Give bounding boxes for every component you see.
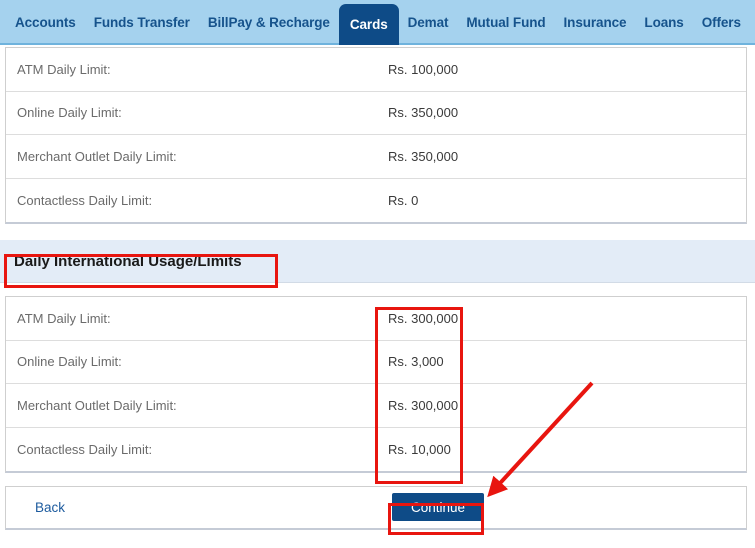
nav-tab-accounts[interactable]: Accounts bbox=[6, 0, 85, 45]
limit-value: Rs. 350,000 bbox=[388, 148, 459, 164]
continue-button[interactable]: Continue bbox=[392, 493, 484, 521]
table-row: Merchant Outlet Daily Limit: Rs. 350,000 bbox=[6, 135, 746, 179]
table-row: Contactless Daily Limit: Rs. 10,000 bbox=[6, 428, 746, 472]
limit-value: Rs. 3,000 bbox=[388, 354, 444, 370]
limit-label: ATM Daily Limit: bbox=[17, 61, 111, 77]
limit-value: Rs. 300,000 bbox=[388, 397, 459, 413]
table-row: ATM Daily Limit: Rs. 100,000 bbox=[6, 48, 746, 92]
nav-tab-loans[interactable]: Loans bbox=[635, 0, 692, 45]
international-limits-section-header: Daily International Usage/Limits bbox=[0, 240, 755, 283]
limit-value: Rs. 10,000 bbox=[388, 441, 451, 457]
nav-tab-billpay-recharge[interactable]: BillPay & Recharge bbox=[199, 0, 339, 45]
back-link[interactable]: Back bbox=[35, 500, 65, 515]
table-row: ATM Daily Limit: Rs. 300,000 bbox=[6, 297, 746, 341]
limit-value: Rs. 300,000 bbox=[388, 310, 459, 326]
limit-label: ATM Daily Limit: bbox=[17, 310, 111, 326]
limit-label: Contactless Daily Limit: bbox=[17, 192, 153, 208]
nav-tab-cards[interactable]: Cards bbox=[338, 4, 399, 45]
nav-tab-demat[interactable]: Demat bbox=[399, 0, 458, 45]
section-title: Daily International Usage/Limits bbox=[14, 252, 242, 270]
limit-label: Online Daily Limit: bbox=[17, 105, 122, 121]
limit-label: Merchant Outlet Daily Limit: bbox=[17, 148, 177, 164]
table-row: Online Daily Limit: Rs. 3,000 bbox=[6, 341, 746, 384]
nav-tab-funds-transfer[interactable]: Funds Transfer bbox=[85, 0, 199, 45]
table-row: Contactless Daily Limit: Rs. 0 bbox=[6, 179, 746, 223]
limit-label: Merchant Outlet Daily Limit: bbox=[17, 397, 177, 413]
form-action-bar: Back Continue bbox=[5, 486, 747, 530]
limit-label: Contactless Daily Limit: bbox=[17, 441, 153, 457]
main-navigation-bar: Accounts Funds Transfer BillPay & Recharge… bbox=[0, 0, 755, 45]
limit-value: Rs. 350,000 bbox=[388, 105, 459, 121]
limit-value: Rs. 0 bbox=[388, 192, 419, 208]
nav-tab-offers[interactable]: Offers bbox=[693, 0, 750, 45]
page-content: ATM Daily Limit: Rs. 100,000 Online Daily … bbox=[0, 47, 755, 530]
nav-tab-mutual-fund[interactable]: Mutual Fund bbox=[457, 0, 554, 45]
nav-tab-insurance[interactable]: Insurance bbox=[555, 0, 636, 45]
limit-label: Online Daily Limit: bbox=[17, 354, 122, 370]
table-row: Online Daily Limit: Rs. 350,000 bbox=[6, 92, 746, 135]
domestic-limits-table: ATM Daily Limit: Rs. 100,000 Online Daily … bbox=[5, 47, 747, 224]
international-limits-table: ATM Daily Limit: Rs. 300,000 Online Daily … bbox=[5, 296, 747, 473]
limit-value: Rs. 100,000 bbox=[388, 61, 459, 77]
table-row: Merchant Outlet Daily Limit: Rs. 300,000 bbox=[6, 384, 746, 428]
navigation-items: Accounts Funds Transfer BillPay & Recharge… bbox=[0, 0, 755, 45]
